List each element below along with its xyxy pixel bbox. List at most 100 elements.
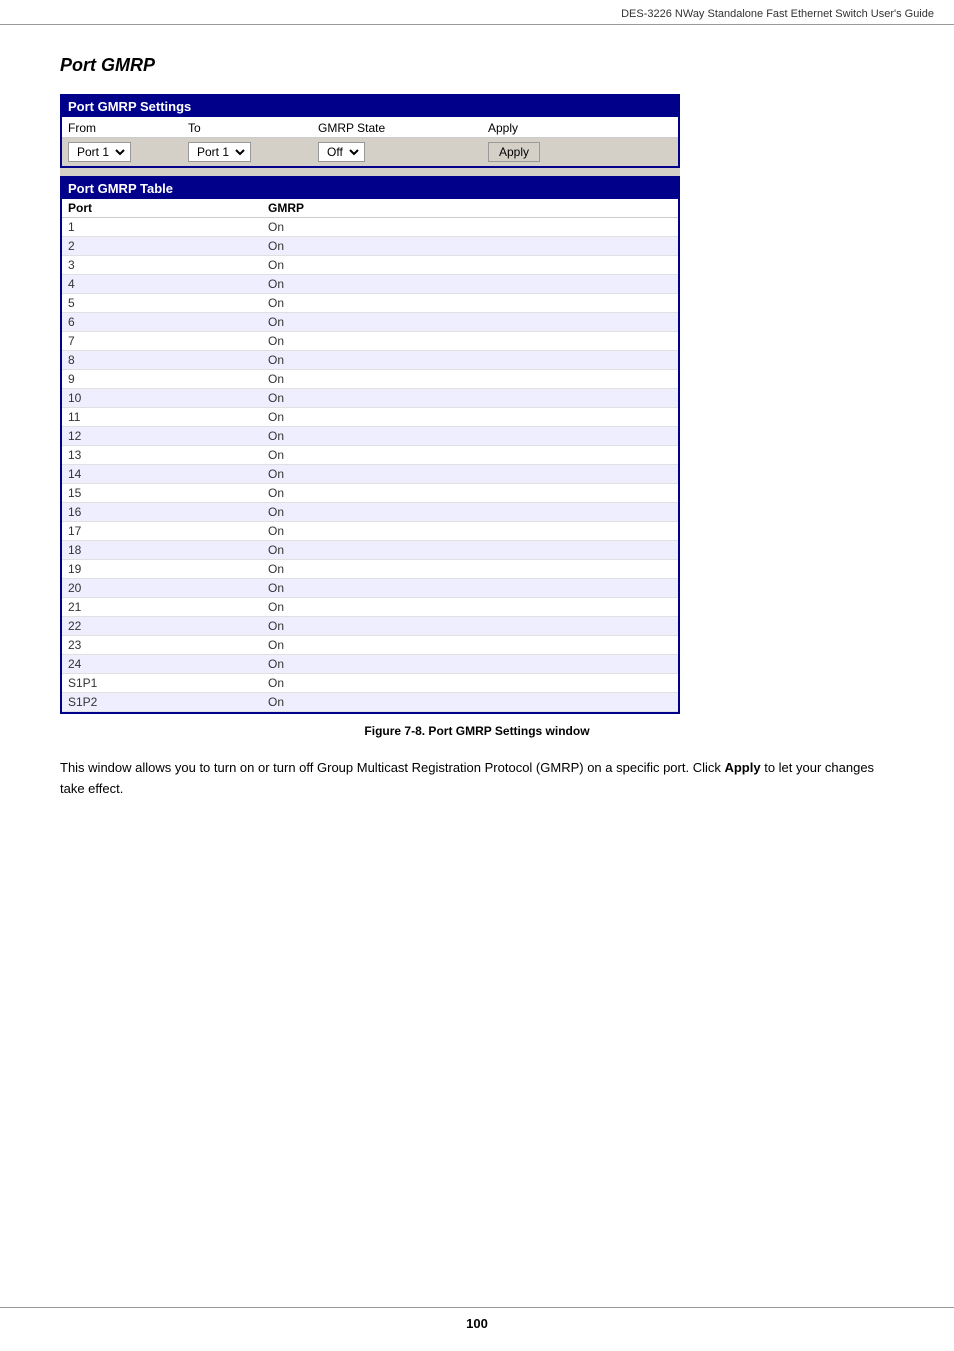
table-row: 15 On bbox=[62, 484, 678, 503]
table-cell-port: S1P1 bbox=[68, 676, 268, 690]
table-cell-gmrp: On bbox=[268, 296, 284, 310]
table-cell-gmrp: On bbox=[268, 486, 284, 500]
settings-controls-row: Port 1 Port 2 Port 3 Port 1 Port 2 Port … bbox=[62, 138, 678, 166]
table-cell-port: 16 bbox=[68, 505, 268, 519]
body-text-bold: Apply bbox=[724, 760, 760, 775]
gmrp-state-label: GMRP State bbox=[318, 120, 478, 135]
table-cell-gmrp: On bbox=[268, 372, 284, 386]
from-select-wrapper[interactable]: Port 1 Port 2 Port 3 bbox=[68, 142, 178, 162]
table-cell-port: 6 bbox=[68, 315, 268, 329]
table-row: 9 On bbox=[62, 370, 678, 389]
table-cell-gmrp: On bbox=[268, 410, 284, 424]
table-row: 2 On bbox=[62, 237, 678, 256]
table-cell-gmrp: On bbox=[268, 638, 284, 652]
to-label: To bbox=[188, 120, 308, 135]
settings-header: Port GMRP Settings bbox=[62, 96, 678, 117]
table-cell-port: 5 bbox=[68, 296, 268, 310]
table-cell-port: 2 bbox=[68, 239, 268, 253]
table-cell-port: 22 bbox=[68, 619, 268, 633]
to-select-wrapper[interactable]: Port 1 Port 2 Port 3 bbox=[188, 142, 308, 162]
table-row: 21 On bbox=[62, 598, 678, 617]
table-cell-gmrp: On bbox=[268, 258, 284, 272]
table-row: 3 On bbox=[62, 256, 678, 275]
table-cell-gmrp: On bbox=[268, 524, 284, 538]
table-row: 11 On bbox=[62, 408, 678, 427]
table-row: S1P1 On bbox=[62, 674, 678, 693]
table-cell-gmrp: On bbox=[268, 353, 284, 367]
page-number: 100 bbox=[466, 1316, 488, 1331]
page-header: DES-3226 NWay Standalone Fast Ethernet S… bbox=[0, 0, 954, 25]
table-cell-gmrp: On bbox=[268, 448, 284, 462]
table-cell-gmrp: On bbox=[268, 505, 284, 519]
table-cell-port: 15 bbox=[68, 486, 268, 500]
table-cell-port: 17 bbox=[68, 524, 268, 538]
spacer bbox=[60, 168, 680, 176]
table-cell-port: 23 bbox=[68, 638, 268, 652]
table-cell-gmrp: On bbox=[268, 467, 284, 481]
apply-label: Apply bbox=[488, 120, 548, 135]
table-header: Port GMRP Table bbox=[62, 178, 678, 199]
table-row: S1P2 On bbox=[62, 693, 678, 712]
table-cell-port: 21 bbox=[68, 600, 268, 614]
table-cell-port: 1 bbox=[68, 220, 268, 234]
table-cell-gmrp: On bbox=[268, 562, 284, 576]
body-text-start: This window allows you to turn on or tur… bbox=[60, 760, 724, 775]
table-cell-gmrp: On bbox=[268, 619, 284, 633]
table-cell-gmrp: On bbox=[268, 391, 284, 405]
table-row: 18 On bbox=[62, 541, 678, 560]
table-cell-port: 20 bbox=[68, 581, 268, 595]
table-row: 22 On bbox=[62, 617, 678, 636]
table-row: 24 On bbox=[62, 655, 678, 674]
from-label: From bbox=[68, 120, 178, 135]
table-cell-port: 24 bbox=[68, 657, 268, 671]
col-port-header: Port bbox=[68, 201, 268, 215]
table-cell-gmrp: On bbox=[268, 239, 284, 253]
page-content: Port GMRP Port GMRP Settings From To GMR… bbox=[0, 25, 954, 860]
page-footer: 100 bbox=[0, 1307, 954, 1331]
table-cell-gmrp: On bbox=[268, 429, 284, 443]
figure-caption: Figure 7-8. Port GMRP Settings window bbox=[60, 724, 894, 738]
table-cell-gmrp: On bbox=[268, 581, 284, 595]
table-row: 19 On bbox=[62, 560, 678, 579]
apply-button-wrapper[interactable]: Apply bbox=[488, 142, 540, 162]
table-row: 10 On bbox=[62, 389, 678, 408]
table-row: 7 On bbox=[62, 332, 678, 351]
to-select[interactable]: Port 1 Port 2 Port 3 bbox=[191, 144, 248, 160]
table-cell-port: 9 bbox=[68, 372, 268, 386]
table-cell-port: 10 bbox=[68, 391, 268, 405]
settings-box: Port GMRP Settings From To GMRP State Ap… bbox=[60, 94, 680, 168]
header-title: DES-3226 NWay Standalone Fast Ethernet S… bbox=[621, 8, 934, 20]
gmrp-state-select[interactable]: Off On bbox=[321, 144, 362, 160]
table-row: 17 On bbox=[62, 522, 678, 541]
table-row: 12 On bbox=[62, 427, 678, 446]
combined-table: Port GMRP Settings From To GMRP State Ap… bbox=[60, 94, 680, 714]
table-row: 4 On bbox=[62, 275, 678, 294]
table-cell-port: 3 bbox=[68, 258, 268, 272]
table-row: 14 On bbox=[62, 465, 678, 484]
table-row: 1 On bbox=[62, 218, 678, 237]
table-row: 20 On bbox=[62, 579, 678, 598]
table-cell-gmrp: On bbox=[268, 695, 284, 709]
table-row: 13 On bbox=[62, 446, 678, 465]
table-row: 6 On bbox=[62, 313, 678, 332]
table-cell-gmrp: On bbox=[268, 543, 284, 557]
body-text: This window allows you to turn on or tur… bbox=[60, 758, 894, 800]
table-cell-port: 4 bbox=[68, 277, 268, 291]
apply-button[interactable]: Apply bbox=[488, 142, 540, 162]
table-cell-gmrp: On bbox=[268, 600, 284, 614]
table-cell-port: 19 bbox=[68, 562, 268, 576]
table-cell-gmrp: On bbox=[268, 657, 284, 671]
from-select[interactable]: Port 1 Port 2 Port 3 bbox=[71, 144, 128, 160]
gmrp-state-select-wrapper[interactable]: Off On bbox=[318, 142, 478, 162]
table-cell-port: 11 bbox=[68, 410, 268, 424]
table-cell-port: S1P2 bbox=[68, 695, 268, 709]
table-cell-gmrp: On bbox=[268, 220, 284, 234]
table-cell-port: 13 bbox=[68, 448, 268, 462]
table-cell-port: 8 bbox=[68, 353, 268, 367]
table-cell-port: 18 bbox=[68, 543, 268, 557]
table-row: 8 On bbox=[62, 351, 678, 370]
table-cell-gmrp: On bbox=[268, 676, 284, 690]
page-title: Port GMRP bbox=[60, 55, 894, 76]
table-cell-gmrp: On bbox=[268, 334, 284, 348]
table-row: 16 On bbox=[62, 503, 678, 522]
